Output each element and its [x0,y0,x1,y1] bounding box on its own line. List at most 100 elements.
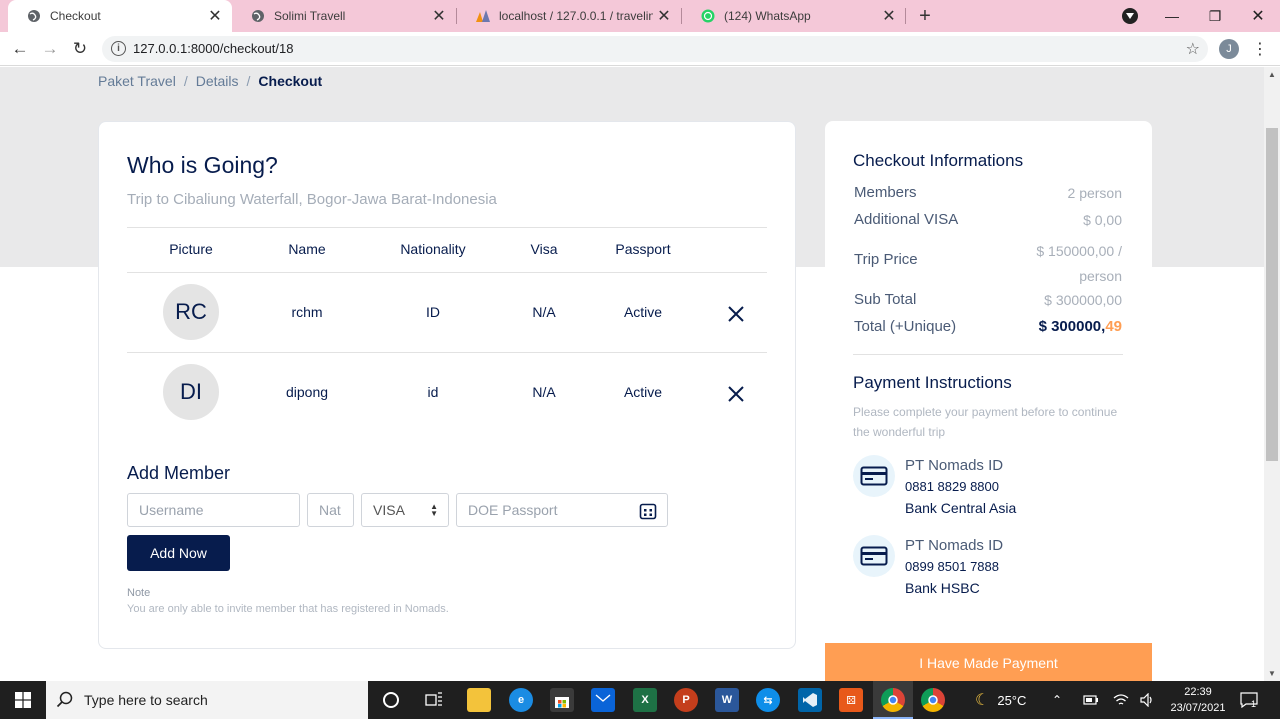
site-info-icon[interactable]: i [111,41,126,56]
payment-made-button[interactable]: I Have Made Payment [825,643,1152,681]
globe-icon [26,8,42,24]
note-label: Note [127,587,151,599]
profile-avatar[interactable]: J [1219,39,1239,59]
member-avatar: DI [163,364,219,420]
store-icon[interactable] [550,688,574,712]
tab-whatsapp[interactable]: (124) WhatsApp ✕ [682,0,906,32]
column-name: Name [288,241,326,257]
word-icon[interactable]: W [715,688,739,712]
address-bar[interactable]: i 127.0.0.1:8000/checkout/18 ☆ [102,36,1208,62]
nationality-input[interactable]: Nat [307,493,354,527]
taskbar-clock[interactable]: 22:39 23/07/2021 [1164,684,1232,716]
close-tab-icon[interactable]: ✕ [428,5,450,27]
windows-start-icon[interactable] [0,681,46,719]
note-text: You are only able to invite member that … [127,603,449,615]
notification-center-icon[interactable]: 1 [1240,681,1258,719]
total-main: $ 300000, [1038,318,1106,335]
teamviewer-icon[interactable]: ⇆ [756,688,780,712]
trip-subtitle: Trip to Cibaliung Waterfall, Bogor-Jawa … [127,191,497,208]
bookmark-star-icon[interactable]: ☆ [1186,39,1200,59]
close-tab-icon[interactable]: ✕ [653,5,675,27]
checkout-info-title: Checkout Informations [853,151,1024,170]
scrollbar-thumb[interactable] [1266,128,1278,461]
member-visa: N/A [532,304,556,320]
bank-account-number: 0899 8501 7888 [905,559,999,574]
calendar-icon[interactable] [639,502,657,523]
task-view-icon[interactable] [422,688,446,712]
weather-widget[interactable]: ☾ 25°C [975,681,1026,719]
windows-taskbar: Type here to search e X P W ⇆ ⚄ ☾ 25°C ⌃ [0,681,1280,719]
window-close-icon[interactable]: ✕ [1236,0,1280,32]
url-text[interactable]: 127.0.0.1:8000/checkout/18 [133,41,293,56]
new-tab-icon[interactable]: + [914,5,936,27]
taskbar-search-input[interactable]: Type here to search [46,681,368,719]
forward-icon[interactable]: → [38,38,62,60]
show-hidden-icons-icon[interactable]: ⌃ [1052,681,1062,719]
tab-solimi[interactable]: Solimi Travell ✕ [232,0,456,32]
close-tab-icon[interactable]: ✕ [878,5,900,27]
passport-placeholder: DOE Passport [468,502,558,518]
divider [853,354,1123,355]
trip-price-label: Trip Price [854,251,918,268]
reload-icon[interactable]: ↻ [68,38,92,60]
cortana-icon[interactable] [379,688,403,712]
file-explorer-icon[interactable] [467,688,491,712]
remove-member-icon[interactable] [727,305,745,323]
scroll-up-icon[interactable]: ▲ [1268,70,1276,79]
chrome-icon[interactable] [921,688,945,712]
member-name: dipong [285,384,329,400]
divider [127,227,767,228]
visa-value: $ 0,00 [1083,212,1122,228]
search-icon [56,691,74,712]
payment-note: Please complete your payment before to c… [853,405,1118,439]
restore-icon[interactable]: ❐ [1193,0,1237,32]
username-input[interactable]: Username [127,493,300,527]
weather-temperature: 25°C [997,692,1027,708]
wifi-icon[interactable] [1113,681,1129,719]
scroll-down-icon[interactable]: ▼ [1268,669,1276,678]
member-passport: Active [623,384,663,400]
edge-icon[interactable]: e [509,688,533,712]
bank-name: Bank Central Asia [905,500,1017,516]
tab-phpmyadmin[interactable]: localhost / 127.0.0.1 / travelingku ✕ [457,0,681,32]
volume-icon[interactable] [1140,681,1156,719]
add-member-title: Add Member [127,463,231,483]
browser-menu-icon[interactable]: ⋮ [1250,38,1270,60]
xampp-icon[interactable]: ⚄ [839,688,863,712]
breadcrumb-paket-travel[interactable]: Paket Travel [98,73,176,89]
visa-select[interactable]: VISA ▲ ▼ [361,493,449,527]
nationality-placeholder: Nat [319,502,341,518]
notification-count-badge: 1 [1251,699,1257,709]
excel-icon[interactable]: X [633,688,657,712]
mail-icon[interactable] [591,688,615,712]
bank-account-number: 0881 8829 8800 [905,479,999,494]
bank-account-name: PT Nomads ID [905,457,1004,474]
vscode-icon[interactable] [798,688,822,712]
tab-search-icon[interactable] [1122,8,1138,24]
clock-date: 23/07/2021 [1170,702,1226,714]
battery-icon[interactable] [1083,681,1099,719]
tab-checkout[interactable]: Checkout ✕ [8,0,232,32]
close-tab-icon[interactable]: ✕ [204,5,226,27]
page-scrollbar[interactable]: ▲ ▼ [1264,67,1280,681]
powerpoint-icon[interactable]: P [674,688,698,712]
chrome-icon[interactable] [881,688,905,712]
subtotal-value: $ 300000,00 [1044,292,1122,308]
browser-tab-bar: Checkout ✕ Solimi Travell ✕ localhost / … [0,0,1280,32]
back-icon[interactable]: ← [8,38,32,60]
remove-member-icon[interactable] [727,385,745,403]
search-placeholder: Type here to search [84,692,208,708]
visa-selected-value: VISA [373,502,405,518]
breadcrumb-details[interactable]: Details [196,73,239,89]
weather-moon-icon: ☾ [975,692,990,709]
tab-title: Solimi Travell [274,9,346,23]
globe-icon [250,8,266,24]
passport-date-input[interactable]: DOE Passport [456,493,668,527]
page-title: Who is Going? [127,152,278,178]
select-arrows-icon: ▲ ▼ [430,502,438,518]
tab-title: Checkout [50,9,101,23]
add-now-button[interactable]: Add Now [127,535,230,571]
members-label: Members [854,184,917,201]
minimize-icon[interactable]: — [1150,0,1194,32]
member-avatar: RC [163,284,219,340]
